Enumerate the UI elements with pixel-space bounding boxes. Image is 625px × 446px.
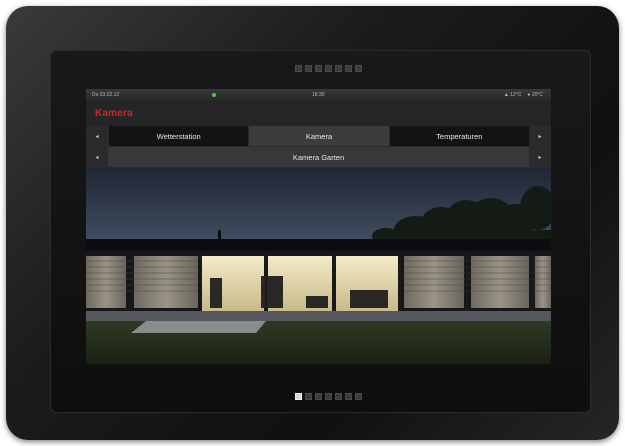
page-dot[interactable] (355, 393, 362, 400)
page-dot-active[interactable] (295, 393, 302, 400)
status-date: Do 23.02.12 (92, 92, 120, 98)
page-dot[interactable] (345, 393, 352, 400)
tab-bar: ◂ Wetterstation Kamera Temperaturen ▸ (86, 126, 551, 146)
grille-hole (315, 65, 322, 72)
tab-kamera[interactable]: Kamera (248, 126, 389, 146)
camera-prev-button[interactable]: ◂ (86, 147, 108, 167)
status-temperatures: ▲ 12°C ● 20°C (504, 92, 543, 98)
tab-temperaturen[interactable]: Temperaturen (388, 126, 529, 146)
camera-view[interactable] (86, 168, 551, 364)
page-dot[interactable] (315, 393, 322, 400)
chevron-right-icon: ▸ (538, 133, 542, 140)
tab-wetterstation[interactable]: Wetterstation (108, 126, 249, 146)
camera-next-button[interactable]: ▸ (529, 147, 551, 167)
status-led-icon (212, 93, 216, 97)
page-dot[interactable] (305, 393, 312, 400)
page-dot[interactable] (325, 393, 332, 400)
status-time: 18:30 (312, 92, 325, 98)
status-bar: Do 23.02.12 18:30 ▲ 12°C ● 20°C (86, 89, 551, 101)
page-header: Kamera (86, 101, 551, 126)
grille-hole (305, 65, 312, 72)
outdoor-temp: ● 20°C (527, 92, 543, 98)
tab-prev-button[interactable]: ◂ (86, 126, 108, 146)
page-indicator (295, 393, 362, 400)
page-dot[interactable] (335, 393, 342, 400)
indoor-temp: ▲ 12°C (503, 92, 522, 98)
camera-selector: ◂ Kamera Garten ▸ (86, 147, 551, 167)
grille-hole (325, 65, 332, 72)
camera-name: Kamera Garten (108, 147, 529, 167)
touch-screen: Do 23.02.12 18:30 ▲ 12°C ● 20°C Kamera ◂… (86, 89, 551, 364)
grille-hole (355, 65, 362, 72)
grille-hole (335, 65, 342, 72)
chevron-right-icon: ▸ (538, 154, 542, 161)
grille-hole (295, 65, 302, 72)
sensor-grille (295, 65, 362, 72)
chevron-left-icon: ◂ (95, 133, 99, 140)
chevron-left-icon: ◂ (95, 154, 99, 161)
page-title: Kamera (95, 108, 133, 119)
tab-next-button[interactable]: ▸ (528, 126, 551, 146)
grille-hole (345, 65, 352, 72)
